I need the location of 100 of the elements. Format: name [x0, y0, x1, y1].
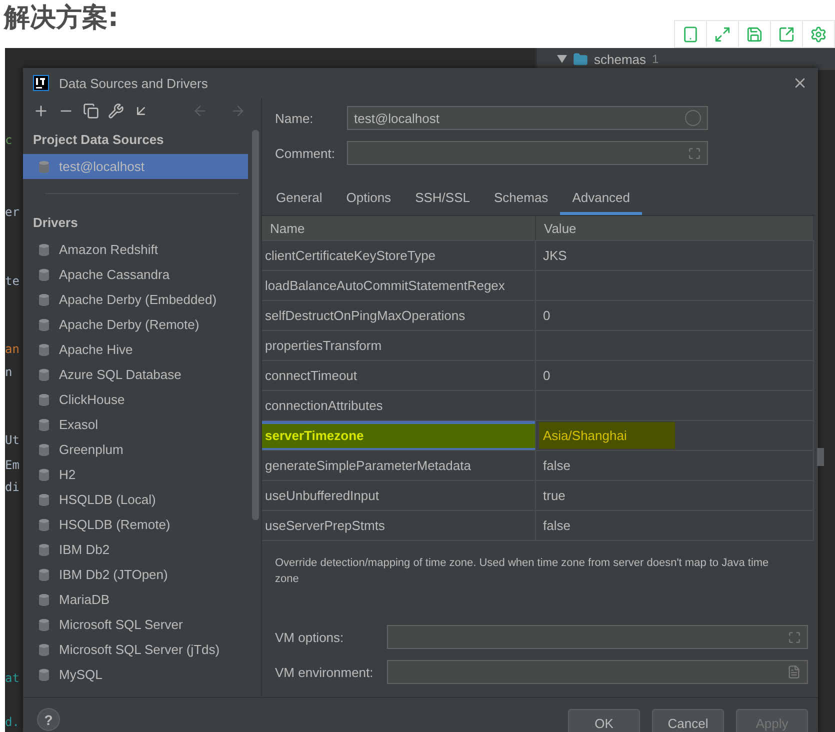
database-icon [37, 468, 51, 482]
database-icon [37, 568, 51, 582]
sidebar-item[interactable]: Azure SQL Database [23, 362, 248, 387]
database-icon [37, 668, 51, 682]
property-name-cell[interactable]: connectionAttributes [262, 391, 536, 420]
tab[interactable]: SSH/SSL [403, 180, 482, 215]
code-fragment: n [5, 364, 12, 381]
property-name-cell[interactable]: useServerPrepStmts [262, 511, 536, 540]
database-icon [37, 642, 51, 656]
page-heading: 解决方案: [4, 2, 118, 34]
fullscreen-button[interactable] [706, 20, 739, 48]
sidebar-item[interactable]: Apache Hive [23, 337, 248, 362]
sidebar-item[interactable]: Greenplum [23, 437, 248, 462]
save-button[interactable] [738, 20, 771, 48]
sidebar-item[interactable]: Microsoft SQL Server [23, 612, 248, 637]
database-icon [37, 392, 51, 406]
tablet-button[interactable] [674, 20, 707, 48]
vm-environment-field[interactable] [387, 660, 808, 684]
code-fragment: at [5, 670, 20, 687]
help-button[interactable]: ? [37, 708, 60, 731]
property-name-cell[interactable]: generateSimpleParameterMetadata [262, 451, 536, 480]
code-fragment: an [5, 341, 20, 358]
code-fragment: Em [5, 457, 20, 474]
property-name-cell[interactable]: selfDestructOnPingMaxOperations [262, 301, 536, 330]
code-fragment: te [5, 273, 20, 290]
sidebar-item[interactable]: Microsoft SQL Server (jTds) [23, 637, 248, 662]
code-fragment: di [5, 479, 20, 496]
dialog-button[interactable]: Cancel [652, 709, 724, 732]
property-name-cell[interactable]: loadBalanceAutoCommitStatementRegex [262, 271, 536, 300]
field-label: VM environment: [275, 664, 374, 680]
database-icon [37, 518, 51, 532]
wrench-icon[interactable] [108, 103, 124, 119]
sidebar-item[interactable]: Apache Derby (Embedded) [23, 287, 248, 312]
database-icon [37, 242, 51, 256]
property-value-cell[interactable]: false [536, 451, 814, 480]
property-description: Override detection/mapping of time zone. Used when time zone from server doesn't map to Java time zone [275, 556, 770, 587]
section-title: Project Data Sources [32, 130, 165, 149]
database-icon [37, 342, 51, 356]
sidebar-item[interactable]: Apache Derby (Remote) [23, 312, 248, 337]
code-fragment: Ut [5, 432, 20, 449]
tree-item[interactable]: schemas [594, 52, 646, 66]
property-value-cell[interactable]: 0 [536, 361, 814, 390]
property-name-cell[interactable]: connectTimeout [262, 361, 536, 390]
circle-icon [685, 110, 701, 126]
tab[interactable]: General [264, 180, 334, 215]
field-label: Comment: [275, 146, 336, 160]
sidebar-item[interactable]: MariaDB [23, 587, 248, 612]
scrollbar-thumb[interactable] [817, 448, 824, 466]
column-header[interactable]: Value [536, 216, 814, 240]
property-value-cell[interactable]: true [536, 481, 814, 510]
sidebar-item[interactable]: H2 [23, 462, 248, 487]
sidebar-item[interactable]: IBM Db2 (JTOpen) [23, 562, 248, 587]
property-name-cell[interactable]: clientCertificateKeyStoreType [262, 241, 536, 270]
database-icon [37, 318, 51, 332]
code-fragment: d. [5, 714, 20, 731]
add-icon[interactable] [33, 103, 49, 119]
vm-options-field[interactable] [387, 625, 808, 649]
document-icon[interactable] [787, 665, 801, 679]
tablet-icon [682, 26, 699, 42]
expand-icon[interactable] [788, 630, 801, 644]
property-value-cell[interactable]: Asia/Shanghai [536, 421, 814, 450]
folder-icon [573, 52, 588, 66]
sidebar-item[interactable]: IBM Db2 [23, 537, 248, 562]
database-icon [37, 492, 51, 506]
column-header[interactable]: Name [262, 216, 536, 240]
property-value-cell[interactable]: JKS [536, 241, 814, 270]
tab[interactable]: Schemas [482, 180, 560, 215]
property-name-cell[interactable]: propertiesTransform [262, 331, 536, 360]
sidebar-item[interactable]: MySQL [23, 662, 248, 687]
tab[interactable]: Options [334, 180, 404, 215]
comment-field[interactable] [347, 141, 708, 165]
property-name-cell[interactable]: serverTimezone [262, 421, 536, 450]
settings-button[interactable] [802, 20, 835, 48]
copy-icon[interactable] [83, 103, 99, 119]
database-icon [37, 442, 51, 456]
tree-item-count: 1 [652, 52, 659, 66]
section-title: Drivers [32, 214, 79, 232]
scrollbar-thumb[interactable] [252, 130, 259, 520]
sidebar-item[interactable]: HSQLDB (Local) [23, 487, 248, 512]
sidebar-item[interactable]: Amazon Redshift [23, 237, 248, 262]
database-icon [37, 160, 51, 174]
sidebar-item[interactable]: HSQLDB (Remote) [23, 512, 248, 537]
code-fragment: er [5, 204, 20, 221]
property-value-cell[interactable]: false [536, 511, 814, 540]
database-icon [37, 542, 51, 556]
sidebar-item[interactable]: Exasol [23, 412, 248, 437]
property-name-cell[interactable]: useUnbufferedInput [262, 481, 536, 510]
dialog-button[interactable]: OK [568, 709, 640, 732]
field-label: Name: [275, 110, 314, 126]
expand-arrows-icon [714, 26, 731, 42]
share-button[interactable] [770, 20, 803, 48]
database-icon [37, 418, 51, 432]
expand-icon[interactable] [688, 146, 701, 160]
database-icon [37, 268, 51, 282]
sidebar-item[interactable]: ClickHouse [23, 387, 248, 412]
property-value-cell[interactable]: 0 [536, 301, 814, 330]
settings-icon [810, 26, 827, 42]
name-field[interactable]: test@localhost [347, 106, 708, 130]
sidebar-item[interactable]: Apache Cassandra [23, 262, 248, 287]
field-label: VM options: [275, 630, 345, 644]
